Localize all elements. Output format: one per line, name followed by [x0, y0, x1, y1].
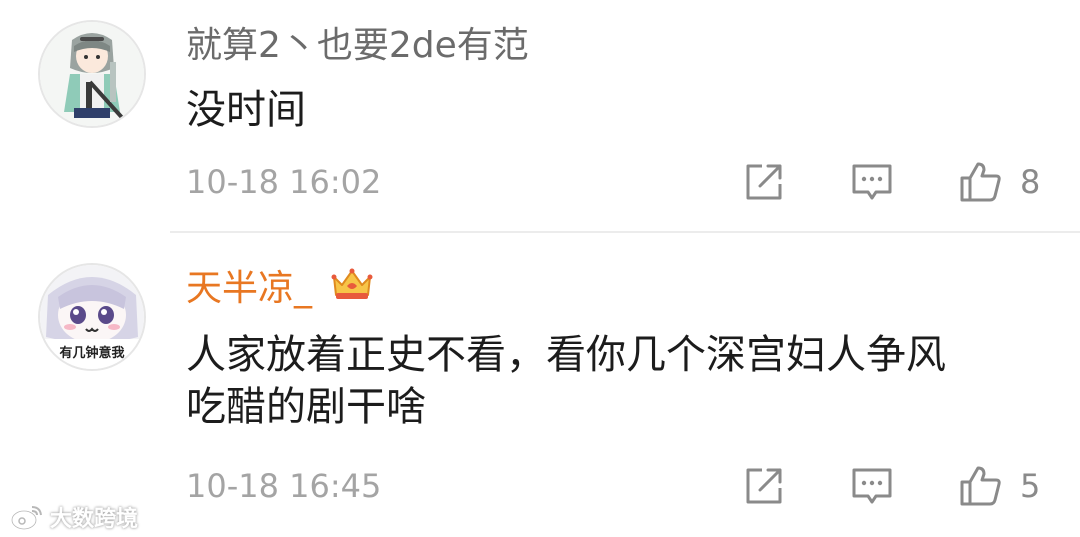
share-icon — [746, 164, 782, 200]
comment-list: 就算2丶也要2de有范 没时间 10-18 16:02 8 有几钟意我 天半凉_… — [0, 0, 1080, 537]
comment-text: 人家放着正史不看，看你几个深宫妇人争风 吃醋的剧干啥 — [186, 332, 946, 430]
anime-girl-meme-avatar: 有几钟意我 — [40, 265, 144, 369]
comment-timestamp: 10-18 16:02 — [186, 163, 382, 201]
comment-text: 没时间 — [186, 87, 306, 133]
comment-item: 有几钟意我 天半凉_ 人家放着正史不看，看你几个深宫妇人争风 吃醋的剧干啥 10… — [0, 233, 1080, 537]
like-count: 5 — [1020, 467, 1041, 505]
weibo-logo-icon — [10, 506, 42, 531]
like-count: 8 — [1020, 163, 1041, 201]
user-avatar[interactable] — [38, 20, 146, 128]
comment-item: 就算2丶也要2de有范 没时间 10-18 16:02 8 — [0, 0, 1080, 232]
reply-button[interactable] — [848, 158, 896, 206]
share-button[interactable] — [740, 158, 788, 206]
comment-timestamp: 10-18 16:45 — [186, 467, 382, 505]
comment-icon — [852, 164, 892, 200]
anime-girl-with-rifle-avatar — [40, 22, 144, 126]
avatar-caption: 有几钟意我 — [59, 345, 124, 361]
share-button[interactable] — [740, 462, 788, 510]
reply-button[interactable] — [848, 462, 896, 510]
like-button[interactable] — [956, 158, 1004, 206]
watermark-text: 大数跨境 — [50, 507, 139, 532]
crown-icon — [331, 268, 373, 299]
username[interactable]: 就算2丶也要2de有范 — [186, 26, 529, 66]
user-avatar[interactable]: 有几钟意我 — [38, 263, 146, 371]
like-button[interactable] — [956, 462, 1004, 510]
watermark: 大数跨境 — [10, 500, 138, 534]
thumbs-up-icon — [960, 466, 1001, 506]
vip-badge[interactable] — [330, 267, 374, 301]
username[interactable]: 天半凉_ — [186, 269, 312, 309]
comment-icon — [852, 468, 892, 504]
thumbs-up-icon — [960, 162, 1001, 202]
share-icon — [746, 468, 782, 504]
